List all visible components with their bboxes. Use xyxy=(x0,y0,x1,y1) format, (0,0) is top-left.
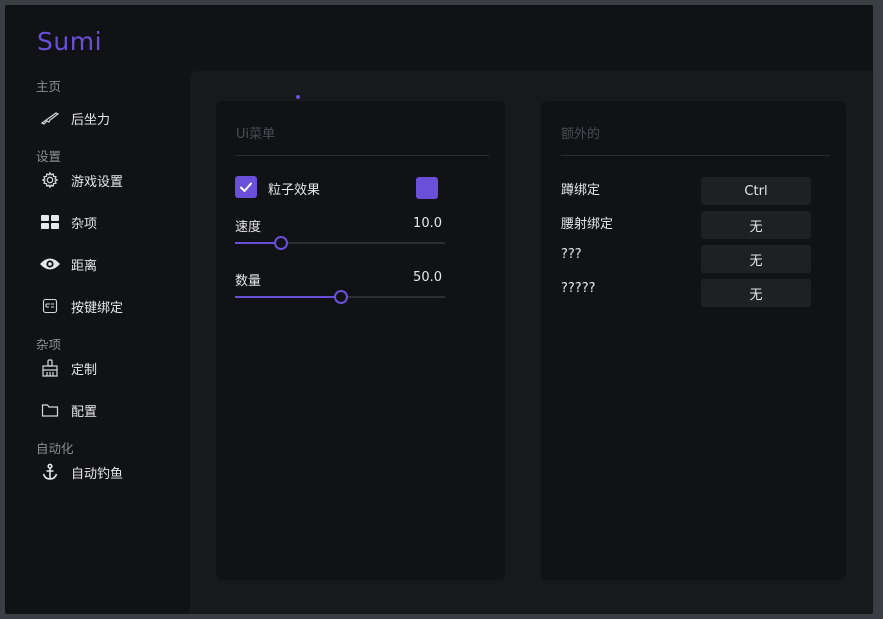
bind-label-4: ????? xyxy=(561,281,596,296)
hipfire-bind-button[interactable]: 无 xyxy=(701,211,811,239)
amount-label: 数量 xyxy=(235,274,262,289)
sidebar-item-label: 后坐力 xyxy=(71,112,111,128)
speed-slider-thumb[interactable] xyxy=(274,236,289,250)
gear-icon xyxy=(39,169,61,191)
amount-slider-thumb[interactable] xyxy=(334,290,349,304)
panel-divider xyxy=(236,155,489,156)
brush-icon xyxy=(39,357,61,379)
crouch-bind-button[interactable]: Ctrl xyxy=(701,177,811,205)
amount-value: 50.0 xyxy=(413,270,442,285)
hipfire-bind-label: 腰射绑定 xyxy=(561,217,614,232)
extra-panel: 额外的 蹲绑定 Ctrl 腰射绑定 无 ??? 无 ????? 无 xyxy=(541,101,846,580)
sidebar-item-misc[interactable]: 杂项 xyxy=(5,201,190,243)
sidebar-item-keybinds[interactable]: 按键绑定 xyxy=(5,285,190,327)
particle-effect-label: 粒子效果 xyxy=(268,183,321,198)
speed-value: 10.0 xyxy=(413,216,442,231)
sidebar-item-label: 按键绑定 xyxy=(71,300,124,316)
sidebar: 主页 后坐力 设置 游戏设置 杂项 距离 按键绑定 杂项 定制 配置 自动化 自… xyxy=(5,75,190,614)
ui-menu-panel: Ui菜单 粒子效果 速度 10.0 数量 50.0 xyxy=(216,101,505,580)
sidebar-item-label: 自动钓鱼 xyxy=(71,466,124,482)
sidebar-item-label: 杂项 xyxy=(71,216,98,232)
eye-icon xyxy=(39,253,61,275)
bind-button-3[interactable]: 无 xyxy=(701,245,811,273)
check-icon xyxy=(240,182,252,192)
grid-icon xyxy=(39,211,61,233)
main-content: Ui菜单 粒子效果 速度 10.0 数量 50.0 额外的 蹲绑定 Ctrl 腰… xyxy=(190,71,873,614)
key-icon xyxy=(39,295,61,317)
sidebar-item-customize[interactable]: 定制 xyxy=(5,347,190,389)
sidebar-item-auto-fishing[interactable]: 自动钓鱼 xyxy=(5,451,190,493)
bind-button-4[interactable]: 无 xyxy=(701,279,811,307)
sidebar-item-game-settings[interactable]: 游戏设置 xyxy=(5,159,190,201)
amount-slider[interactable] xyxy=(235,290,445,304)
sidebar-item-label: 距离 xyxy=(71,258,98,274)
sidebar-item-config[interactable]: 配置 xyxy=(5,389,190,431)
app-window: Sumi 主页 后坐力 设置 游戏设置 杂项 距离 按键绑定 杂项 定制 配置 … xyxy=(5,5,873,614)
rifle-icon xyxy=(39,107,61,129)
folder-icon xyxy=(39,399,61,421)
sidebar-item-label: 配置 xyxy=(71,404,98,420)
app-logo: Sumi xyxy=(37,27,103,56)
bind-label-3: ??? xyxy=(561,247,582,262)
panel-title: Ui菜单 xyxy=(236,127,276,142)
speed-slider[interactable] xyxy=(235,236,445,250)
sidebar-item-recoil[interactable]: 后坐力 xyxy=(5,97,190,139)
panel-divider xyxy=(561,155,830,156)
anchor-icon xyxy=(39,461,61,483)
sidebar-section-home: 主页 xyxy=(36,79,62,94)
particle-color-picker[interactable] xyxy=(416,177,438,199)
amount-slider-fill xyxy=(235,296,342,298)
crouch-bind-label: 蹲绑定 xyxy=(561,183,601,198)
particle-effect-checkbox[interactable] xyxy=(235,176,257,198)
panel-title: 额外的 xyxy=(561,127,601,142)
tab-indicator xyxy=(296,95,300,99)
speed-label: 速度 xyxy=(235,220,262,235)
sidebar-item-label: 定制 xyxy=(71,362,98,378)
sidebar-item-distance[interactable]: 距离 xyxy=(5,243,190,285)
sidebar-item-label: 游戏设置 xyxy=(71,174,124,190)
